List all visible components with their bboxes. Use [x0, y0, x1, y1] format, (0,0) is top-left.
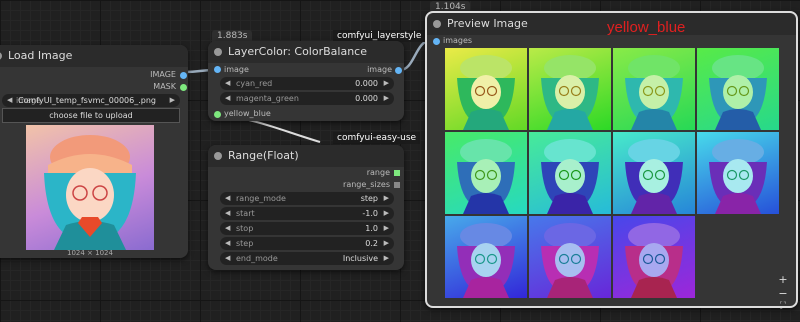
input-images-label: images — [443, 36, 473, 45]
overlay-label: yellow_blue — [607, 19, 686, 36]
start-widget[interactable]: ◀ start -1.0 ▶ — [220, 207, 394, 220]
output-image-label: IMAGE — [150, 70, 176, 79]
range-title: Range(Float) — [228, 149, 299, 162]
arrow-left-icon[interactable]: ◀ — [225, 237, 230, 250]
preview-tile[interactable] — [529, 132, 611, 214]
image-dimensions: 1024 × 1024 — [67, 249, 113, 257]
arrow-left-icon[interactable]: ◀ — [225, 77, 230, 90]
arrow-right-icon[interactable]: ▶ — [384, 252, 389, 265]
input-images-socket[interactable] — [433, 38, 440, 45]
colorbalance-title-bar[interactable]: LayerColor: ColorBalance — [208, 41, 404, 63]
arrow-right-icon[interactable]: ▶ — [384, 77, 389, 90]
load-image-node[interactable]: Load Image IMAGE MASK ◀ image ComfyUI_te… — [0, 45, 188, 258]
output-mask-label: MASK — [153, 82, 176, 91]
input-yellow-blue-label: yellow_blue — [224, 109, 271, 118]
preview-tile[interactable] — [613, 132, 695, 214]
output-range-sizes-label: range_sizes — [343, 180, 390, 189]
preview-image-node[interactable]: Preview Image images yellow_blue + − ⛶ — [425, 11, 798, 311]
collapse-dot[interactable] — [0, 52, 2, 60]
range-title-bar[interactable]: Range(Float) — [208, 145, 404, 167]
preview-tile[interactable] — [445, 132, 527, 214]
input-image-socket[interactable] — [214, 66, 221, 73]
output-range-sizes-socket[interactable] — [394, 182, 400, 188]
arrow-left-icon[interactable]: ◀ — [225, 192, 230, 205]
preview-title: Preview Image — [447, 17, 528, 30]
range-mode-widget[interactable]: ◀ range_mode step ▶ — [220, 192, 394, 205]
zoom-in-button[interactable]: + — [776, 273, 790, 286]
arrow-left-icon[interactable]: ◀ — [225, 252, 230, 265]
preview-tile[interactable] — [613, 48, 695, 130]
output-range-socket[interactable] — [394, 170, 400, 176]
image-select-widget[interactable]: ◀ image ComfyUI_temp_fsvmc_00006_.png ▶ — [2, 94, 180, 107]
step-widget[interactable]: ◀ step 0.2 ▶ — [220, 237, 394, 250]
stop-widget[interactable]: ◀ stop 1.0 ▶ — [220, 222, 394, 235]
arrow-right-icon[interactable]: ▶ — [384, 92, 389, 105]
preview-tile[interactable] — [529, 48, 611, 130]
preview-tile[interactable] — [613, 216, 695, 298]
fit-view-button[interactable]: ⛶ — [776, 301, 790, 311]
choose-file-button[interactable]: choose file to upload — [2, 108, 180, 123]
arrow-right-icon[interactable]: ▶ — [170, 94, 175, 107]
collapse-dot[interactable] — [214, 48, 222, 56]
arrow-left-icon[interactable]: ◀ — [7, 94, 12, 107]
output-image-label: image — [367, 65, 392, 74]
colorbalance-node[interactable]: LayerColor: ColorBalance image image ◀ c… — [208, 41, 404, 121]
arrow-left-icon[interactable]: ◀ — [225, 207, 230, 220]
arrow-right-icon[interactable]: ▶ — [384, 222, 389, 235]
cyan-red-widget[interactable]: ◀ cyan_red 0.000 ▶ — [220, 77, 394, 90]
load-image-title: Load Image — [8, 49, 73, 62]
arrow-right-icon[interactable]: ▶ — [384, 207, 389, 220]
arrow-left-icon[interactable]: ◀ — [225, 92, 230, 105]
preview-tile[interactable] — [697, 48, 779, 130]
end-mode-widget[interactable]: ◀ end_mode Inclusive ▶ — [220, 252, 394, 265]
preview-tile[interactable] — [697, 132, 779, 214]
range-float-node[interactable]: Range(Float) range range_sizes ◀ range_m… — [208, 145, 404, 270]
arrow-right-icon[interactable]: ▶ — [384, 192, 389, 205]
collapse-dot[interactable] — [433, 20, 441, 28]
collapse-dot[interactable] — [214, 152, 222, 160]
range-package-tag: comfyui-easy-use — [333, 132, 421, 144]
output-image-socket[interactable] — [395, 67, 402, 74]
output-range-label: range — [366, 168, 390, 177]
arrow-left-icon[interactable]: ◀ — [225, 222, 230, 235]
output-mask-socket[interactable] — [180, 84, 187, 91]
loaded-image-preview — [26, 125, 154, 250]
preview-tile[interactable] — [445, 216, 527, 298]
input-image-label: image — [224, 65, 249, 74]
arrow-right-icon[interactable]: ▶ — [384, 237, 389, 250]
colorbalance-title: LayerColor: ColorBalance — [228, 45, 367, 58]
portrait-image — [44, 135, 136, 250]
preview-image-grid — [445, 48, 781, 300]
magenta-green-widget[interactable]: ◀ magenta_green 0.000 ▶ — [220, 92, 394, 105]
preview-tile[interactable] — [445, 48, 527, 130]
output-image-socket[interactable] — [180, 72, 187, 79]
zoom-out-button[interactable]: − — [776, 287, 790, 300]
input-yellow-blue-socket[interactable] — [214, 111, 221, 118]
preview-tile[interactable] — [529, 216, 611, 298]
load-image-title-bar[interactable]: Load Image — [0, 45, 188, 67]
